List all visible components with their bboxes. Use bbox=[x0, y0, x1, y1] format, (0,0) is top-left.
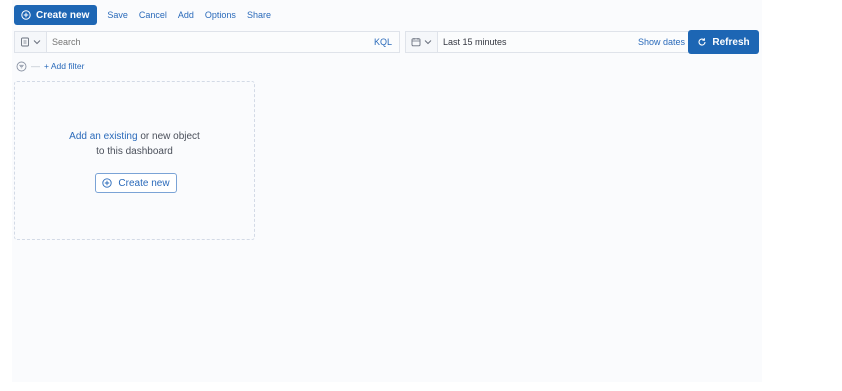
saved-query-button[interactable] bbox=[15, 32, 47, 52]
date-range-text: Last 15 minutes bbox=[443, 37, 507, 47]
empty-message-line2: to this dashboard bbox=[96, 146, 173, 157]
chevron-down-icon bbox=[424, 39, 432, 45]
query-bar: KQL bbox=[14, 31, 400, 53]
quick-menu-button[interactable] bbox=[406, 32, 438, 52]
share-link[interactable]: Share bbox=[247, 10, 271, 20]
search-input[interactable] bbox=[47, 32, 374, 52]
date-picker: Last 15 minutes Show dates bbox=[405, 31, 692, 53]
plus-circle-icon bbox=[21, 10, 31, 20]
options-link[interactable]: Options bbox=[205, 10, 236, 20]
add-filter-link[interactable]: + Add filter bbox=[44, 61, 84, 71]
add-link[interactable]: Add bbox=[178, 10, 194, 20]
add-existing-link[interactable]: Add an existing bbox=[69, 131, 137, 142]
panel-create-new-button[interactable]: Create new bbox=[95, 173, 177, 193]
top-nav: Create new Save Cancel Add Options Share bbox=[14, 5, 271, 25]
refresh-icon bbox=[697, 37, 707, 47]
empty-message-line1: Add an existing or new object bbox=[15, 131, 254, 142]
filter-row: — + Add filter bbox=[16, 60, 84, 72]
empty-message-rest: or new object bbox=[137, 131, 200, 142]
cancel-link[interactable]: Cancel bbox=[139, 10, 167, 20]
filter-options-icon[interactable] bbox=[16, 61, 27, 72]
calendar-icon bbox=[411, 37, 421, 47]
refresh-label: Refresh bbox=[712, 36, 750, 48]
create-new-label: Create new bbox=[36, 9, 90, 21]
panel-create-new-label: Create new bbox=[118, 177, 170, 189]
refresh-button[interactable]: Refresh bbox=[688, 30, 759, 54]
chevron-down-icon bbox=[33, 39, 41, 45]
dashboard-page: Create new Save Cancel Add Options Share… bbox=[12, 0, 762, 382]
filter-separator: — bbox=[31, 61, 40, 71]
create-new-button[interactable]: Create new bbox=[14, 5, 98, 25]
plus-circle-icon bbox=[102, 178, 113, 188]
save-link[interactable]: Save bbox=[107, 10, 128, 20]
empty-dashboard-panel: Add an existing or new object to this da… bbox=[14, 81, 255, 240]
show-dates-link[interactable]: Show dates bbox=[638, 37, 691, 47]
query-language-button[interactable]: KQL bbox=[374, 37, 399, 47]
saved-query-icon bbox=[20, 37, 30, 47]
